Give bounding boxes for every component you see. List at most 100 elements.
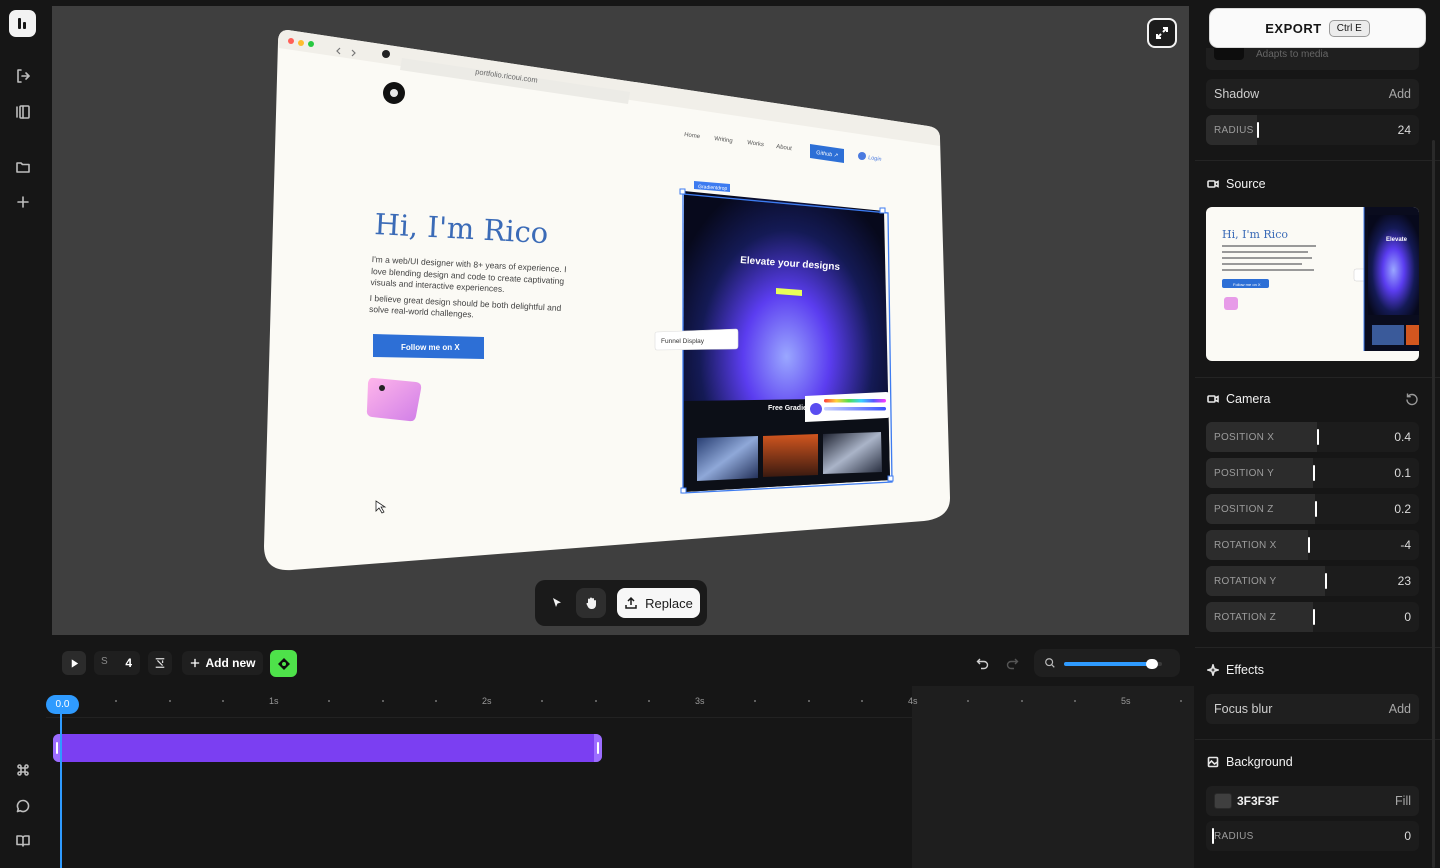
zoom-slider-knob[interactable] <box>1146 659 1159 669</box>
shadow-label: Shadow <box>1214 87 1260 101</box>
divider <box>1195 160 1440 161</box>
undo-button[interactable] <box>973 653 993 673</box>
camera-icon <box>1207 395 1219 403</box>
ruler-tick <box>328 700 331 702</box>
mockup-cta: Follow me on X <box>401 343 460 352</box>
background-mode[interactable]: Fill <box>1395 794 1411 808</box>
camera-slider-knob[interactable] <box>1314 501 1317 517</box>
upload-icon <box>625 596 637 609</box>
timeline-tracks <box>46 718 1194 868</box>
camera-title: Camera <box>1226 392 1271 406</box>
frame-radius-knob[interactable] <box>1257 122 1260 138</box>
video-icon <box>1207 180 1219 188</box>
frame-radius-slider[interactable]: RADIUS 24 <box>1206 115 1419 145</box>
replace-label: Replace <box>645 595 693 611</box>
zoom-slider[interactable] <box>1064 659 1162 669</box>
camera-slider-value: -4 <box>1400 538 1411 552</box>
playhead-time[interactable]: 0.0 <box>46 695 79 714</box>
plus-icon <box>190 658 199 668</box>
camera-slider-position-z[interactable]: POSITION Z 0.2 <box>1206 494 1419 524</box>
camera-slider-position-y[interactable]: POSITION Y 0.1 <box>1206 458 1419 488</box>
camera-slider-label: POSITION X <box>1214 432 1275 443</box>
book-icon[interactable] <box>13 831 33 851</box>
reset-camera-icon[interactable] <box>1405 392 1419 406</box>
playhead-line[interactable] <box>60 712 62 868</box>
camera-slider-rotation-x[interactable]: ROTATION X -4 <box>1206 530 1419 560</box>
camera-slider-knob[interactable] <box>1312 465 1315 481</box>
source-preview-heading: Hi, I'm Rico <box>1222 228 1288 241</box>
duration-field[interactable]: S 4 <box>94 651 140 675</box>
media-frame-option[interactable]: Adapts to media <box>1206 48 1419 70</box>
play-icon <box>71 658 78 668</box>
camera-slider-label: POSITION Z <box>1214 504 1274 515</box>
search-icon <box>1045 658 1055 668</box>
background-radius-label: RADIUS <box>1214 831 1254 842</box>
select-tool-button[interactable] <box>543 588 571 618</box>
track-overflow-area <box>912 718 1194 868</box>
ruler-tick <box>541 700 544 702</box>
app-logo[interactable] <box>9 10 36 37</box>
split-button[interactable] <box>148 651 172 675</box>
timeline-ruler[interactable]: 1s 2s 3s 4s 5s 0.0 <box>46 686 1194 718</box>
folder-icon[interactable] <box>13 157 33 177</box>
zoom-control <box>1034 649 1180 677</box>
camera-slider-rotation-z[interactable]: ROTATION Z 0 <box>1206 602 1419 632</box>
background-radius-slider[interactable]: RADIUS 0 <box>1206 821 1419 851</box>
timeline-clip[interactable] <box>53 734 602 762</box>
clip-end-handle[interactable] <box>594 734 602 762</box>
shadow-add-button[interactable]: Add <box>1389 87 1411 101</box>
expand-icon <box>1156 27 1168 39</box>
background-section-header: Background <box>1207 753 1293 771</box>
export-button[interactable]: EXPORT Ctrl E <box>1210 9 1425 47</box>
plus-icon[interactable] <box>13 192 33 212</box>
panels-icon[interactable] <box>13 102 33 122</box>
camera-slider-value: 0.2 <box>1394 502 1411 516</box>
ruler-tick <box>434 700 437 702</box>
focus-blur-add-button[interactable]: Add <box>1389 702 1411 716</box>
ruler-tick <box>115 700 118 702</box>
background-hex[interactable]: 3F3F3F <box>1237 794 1279 808</box>
camera-section-header: Camera <box>1207 390 1270 408</box>
ruler-tick-label: 5s <box>1121 696 1131 706</box>
play-button[interactable] <box>62 651 86 675</box>
split-icon <box>155 658 165 668</box>
inspector-panel: Adapts to media EXPORT Ctrl E Shadow Add… <box>1195 0 1440 868</box>
camera-slider-knob[interactable] <box>1325 573 1328 589</box>
effects-title: Effects <box>1226 663 1264 677</box>
camera-slider-rotation-y[interactable]: ROTATION Y 23 <box>1206 566 1419 596</box>
ruler-tick-label: 4s <box>908 696 918 706</box>
mockup-font-chip: Funnel Display <box>661 338 705 345</box>
pan-tool-button[interactable] <box>576 588 606 618</box>
command-icon[interactable] <box>13 760 33 780</box>
chat-icon[interactable] <box>13 796 33 816</box>
ruler-tick <box>647 700 650 702</box>
sparkle-icon <box>277 657 290 670</box>
focus-blur-row: Focus blur Add <box>1206 694 1419 724</box>
panel-scrollbar[interactable] <box>1432 140 1435 868</box>
background-icon <box>1207 756 1219 768</box>
frame-radius-label: RADIUS <box>1214 125 1254 136</box>
background-title: Background <box>1226 755 1293 769</box>
exit-icon[interactable] <box>13 66 33 86</box>
background-color-swatch[interactable] <box>1214 793 1232 809</box>
redo-button[interactable] <box>1002 653 1022 673</box>
source-preview-side: Elevate <box>1386 237 1408 243</box>
camera-slider-knob[interactable] <box>1312 609 1315 625</box>
camera-slider-knob[interactable] <box>1316 429 1319 445</box>
fullscreen-button[interactable] <box>1147 18 1177 48</box>
camera-slider-label: ROTATION X <box>1214 540 1277 551</box>
divider <box>1195 377 1440 378</box>
camera-slider-knob[interactable] <box>1308 537 1311 553</box>
ruler-tick-label: 3s <box>695 696 705 706</box>
ruler-tick <box>860 700 863 702</box>
camera-slider-position-x[interactable]: POSITION X 0.4 <box>1206 422 1419 452</box>
add-new-button[interactable]: Add new <box>182 651 263 675</box>
source-preview[interactable]: Hi, I'm Rico Follow me on X Elevate <box>1206 207 1419 361</box>
source-preview-cta: Follow me on X <box>1233 282 1261 287</box>
browser-mockup[interactable]: portfolio.ricoui.com Home Writing Works … <box>52 6 1189 635</box>
replace-button[interactable]: Replace <box>617 588 700 618</box>
effects-section-header: Effects <box>1207 661 1264 679</box>
background-fill-row[interactable]: 3F3F3F Fill <box>1206 786 1419 816</box>
magic-button[interactable] <box>270 650 297 677</box>
preview-canvas[interactable]: portfolio.ricoui.com Home Writing Works … <box>52 6 1189 635</box>
